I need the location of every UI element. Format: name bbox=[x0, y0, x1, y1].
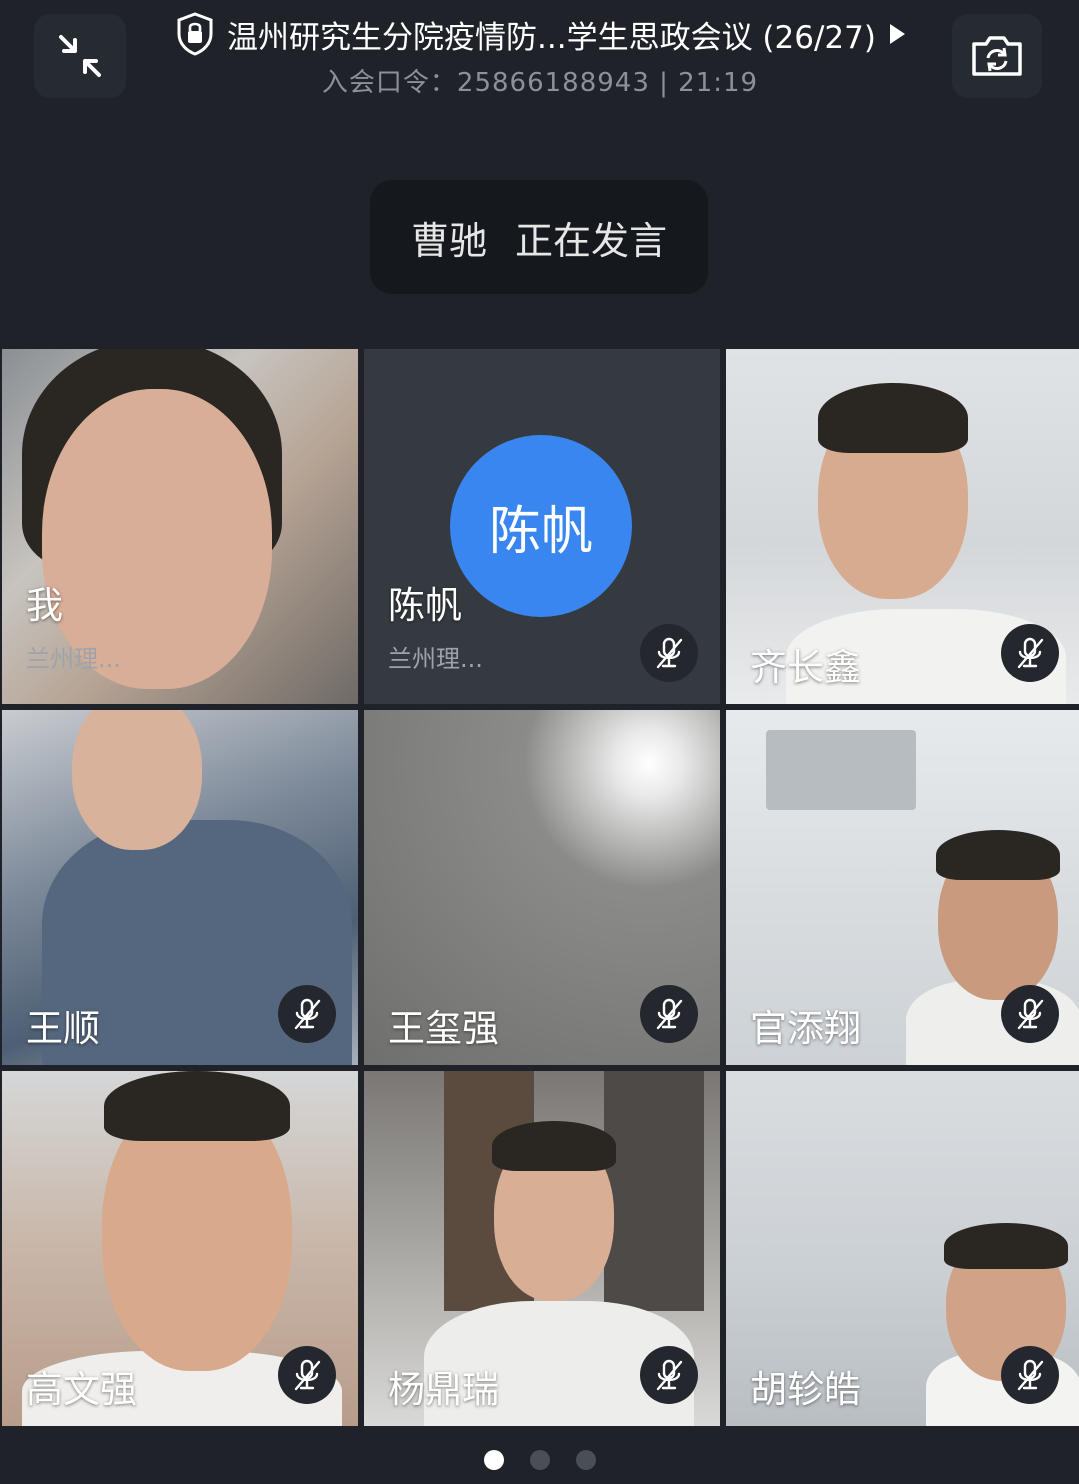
participant-tile[interactable]: 王顺 bbox=[2, 710, 358, 1065]
participant-name: 胡轸皓 bbox=[750, 1368, 861, 1411]
participant-name: 官添翔 bbox=[750, 1007, 861, 1050]
mic-muted-icon bbox=[1001, 1346, 1059, 1404]
top-bar: 温州研究生分院疫情防...学生思政会议 (26/27) 入会口令：2586618… bbox=[0, 0, 1079, 110]
participant-name: 王玺强 bbox=[388, 1007, 499, 1050]
mic-muted-icon bbox=[640, 624, 698, 682]
page-dot-active[interactable] bbox=[483, 1450, 504, 1470]
mic-muted-icon bbox=[1001, 624, 1059, 682]
mic-muted-icon bbox=[1001, 985, 1059, 1043]
participant-org: 兰州理... bbox=[388, 645, 483, 673]
participant-name: 我 bbox=[26, 584, 63, 627]
meeting-code-label: 入会口令： bbox=[321, 68, 457, 98]
participant-tile[interactable]: 陈帆 陈帆 兰州理... bbox=[364, 349, 720, 704]
video-shelf bbox=[604, 1071, 704, 1311]
speaker-status: 正在发言 bbox=[515, 218, 668, 263]
mic-muted-icon bbox=[640, 985, 698, 1043]
page-dot[interactable] bbox=[575, 1450, 596, 1470]
participant-grid: 我 兰州理... 陈帆 陈帆 兰州理... 齐长鑫 王顺 王玺强 官添翔 高文强… bbox=[0, 349, 1079, 1427]
meeting-info: 入会口令：25866188943 | 21:19 bbox=[140, 62, 940, 99]
meeting-title: 温州研究生分院疫情防...学生思政会议 (26/27) bbox=[227, 19, 876, 56]
avatar-text: 陈帆 bbox=[488, 501, 593, 562]
participant-tile[interactable]: 我 兰州理... bbox=[2, 349, 358, 704]
participant-name: 陈帆 bbox=[388, 584, 462, 627]
video-hair bbox=[104, 1071, 290, 1141]
mic-muted-icon bbox=[278, 985, 336, 1043]
meeting-code: 25866188943 bbox=[456, 68, 650, 98]
participant-tile[interactable]: 杨鼎瑞 bbox=[364, 1071, 720, 1426]
video-face bbox=[72, 710, 202, 850]
page-indicator[interactable] bbox=[0, 1450, 1079, 1470]
page-dot[interactable] bbox=[529, 1450, 550, 1470]
active-speaker-indicator: 曹驰 正在发言 bbox=[370, 180, 708, 294]
participant-tile[interactable]: 王玺强 bbox=[364, 710, 720, 1065]
mic-muted-icon bbox=[640, 1346, 698, 1404]
participant-tile[interactable]: 齐长鑫 bbox=[726, 349, 1079, 704]
participant-org: 兰州理... bbox=[26, 645, 121, 673]
avatar: 陈帆 bbox=[450, 435, 632, 617]
video-hair bbox=[936, 830, 1060, 880]
video-hair bbox=[492, 1121, 616, 1171]
participant-name: 高文强 bbox=[26, 1368, 137, 1411]
participant-tile[interactable]: 高文强 bbox=[2, 1071, 358, 1426]
video-hair bbox=[818, 383, 968, 453]
participant-tile[interactable]: 胡轸皓 bbox=[726, 1071, 1079, 1426]
speaker-name: 曹驰 bbox=[410, 218, 487, 263]
video-feed bbox=[766, 730, 916, 810]
participant-name: 齐长鑫 bbox=[750, 646, 861, 689]
mic-muted-icon bbox=[278, 1346, 336, 1404]
participant-name: 杨鼎瑞 bbox=[388, 1368, 499, 1411]
collapse-arrows-icon bbox=[59, 35, 101, 77]
minimize-button[interactable] bbox=[34, 14, 126, 98]
meeting-title-area[interactable]: 温州研究生分院疫情防...学生思政会议 (26/27) 入会口令：2586618… bbox=[140, 8, 940, 99]
participant-tile[interactable]: 官添翔 bbox=[726, 710, 1079, 1065]
video-hair bbox=[944, 1223, 1068, 1269]
participant-name: 王顺 bbox=[26, 1007, 100, 1050]
lock-shield-icon bbox=[177, 12, 213, 56]
separator: | bbox=[649, 68, 679, 98]
meeting-time: 21:19 bbox=[678, 68, 759, 98]
switch-camera-button[interactable] bbox=[952, 14, 1042, 98]
camera-switch-icon bbox=[972, 36, 1022, 76]
play-arrow-icon bbox=[889, 24, 905, 44]
